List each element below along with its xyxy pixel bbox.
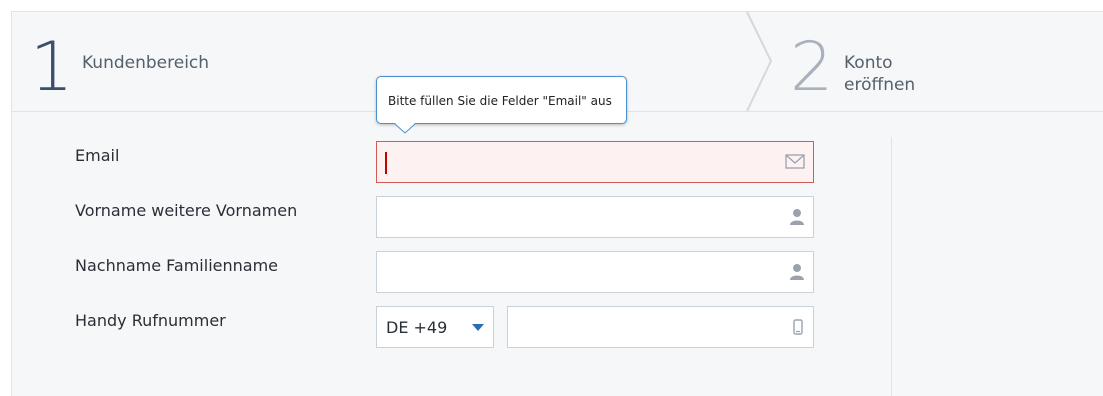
step-separator-chevron (746, 12, 773, 111)
user-icon (790, 209, 804, 225)
country-code-select[interactable]: DE +49 (376, 306, 494, 348)
country-code-value: DE +49 (386, 318, 448, 337)
step-2-label: Konto eröffnen (844, 53, 916, 95)
phone-label: Handy Rufnummer (75, 311, 226, 330)
phone-number-field[interactable] (507, 306, 814, 348)
step-1-label: Kundenbereich (82, 53, 210, 73)
validation-tooltip: Bitte füllen Sie die Felder "Email" aus (376, 76, 627, 134)
envelope-icon (785, 154, 805, 169)
firstname-label: Vorname weitere Vornamen (75, 201, 298, 220)
lastname-field[interactable] (376, 251, 814, 293)
tooltip-pointer (395, 123, 415, 134)
mobile-phone-icon (793, 319, 803, 335)
email-field[interactable] (376, 141, 814, 183)
step-2-number: 2 (790, 28, 834, 107)
step-1-number: 1 (30, 28, 74, 107)
firstname-field[interactable] (376, 196, 814, 238)
email-label: Email (75, 146, 120, 165)
user-icon (790, 264, 804, 280)
tooltip-text: Bitte füllen Sie die Felder "Email" aus (388, 94, 612, 108)
text-cursor (385, 152, 387, 174)
lastname-label: Nachname Familienname (75, 256, 278, 275)
column-divider (891, 137, 892, 396)
caret-down-icon (472, 324, 484, 331)
